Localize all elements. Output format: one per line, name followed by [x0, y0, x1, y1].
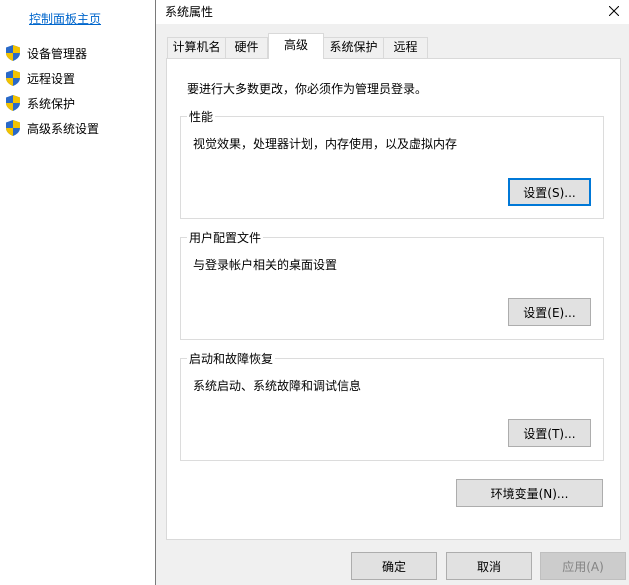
- sidebar-item-label: 系统保护: [27, 96, 76, 111]
- user-profiles-description: 与登录帐户相关的桌面设置: [193, 258, 338, 272]
- uac-shield-icon: [6, 70, 20, 86]
- startup-recovery-group-title: 启动和故障恢复: [187, 350, 276, 367]
- tab-remote[interactable]: 远程: [383, 37, 428, 58]
- screen: 控制面板主页 设备管理器 远程设置 系统保护 高级系统设置 系统属性 计算机名 …: [0, 0, 629, 585]
- cancel-button[interactable]: 取消: [446, 552, 532, 580]
- user-profiles-group: 用户配置文件 与登录帐户相关的桌面设置 设置(E)...: [180, 229, 604, 340]
- sidebar-item-device-manager[interactable]: 设备管理器: [6, 44, 87, 62]
- performance-description: 视觉效果，处理器计划，内存使用，以及虚拟内存: [193, 137, 458, 151]
- uac-shield-icon: [6, 45, 20, 61]
- advanced-tab-panel: 要进行大多数更改，你必须作为管理员登录。 性能 视觉效果，处理器计划，内存使用，…: [166, 58, 621, 540]
- tab-computer-name[interactable]: 计算机名: [167, 37, 226, 58]
- ok-button[interactable]: 确定: [351, 552, 437, 580]
- close-button[interactable]: [603, 0, 625, 22]
- uac-shield-icon: [6, 95, 20, 111]
- sidebar-item-label: 高级系统设置: [27, 121, 100, 136]
- admin-note: 要进行大多数更改，你必须作为管理员登录。: [187, 82, 428, 96]
- close-icon: [609, 6, 619, 16]
- system-properties-dialog: 系统属性 计算机名 硬件 高级 系统保护 远程 要进行大多数更改，你必须作为管理…: [155, 0, 629, 585]
- sidebar-item-system-protection[interactable]: 系统保护: [6, 94, 75, 112]
- sidebar-item-label: 远程设置: [27, 71, 76, 86]
- tab-hardware[interactable]: 硬件: [225, 37, 268, 58]
- user-profiles-group-title: 用户配置文件: [187, 229, 264, 246]
- control-panel-sidebar: 控制面板主页 设备管理器 远程设置 系统保护 高级系统设置: [0, 0, 155, 585]
- tab-advanced[interactable]: 高级: [268, 33, 324, 59]
- performance-group: 性能 视觉效果，处理器计划，内存使用，以及虚拟内存 设置(S)...: [180, 108, 604, 219]
- startup-recovery-description: 系统启动、系统故障和调试信息: [193, 379, 362, 393]
- user-profiles-settings-button[interactable]: 设置(E)...: [508, 298, 591, 326]
- performance-group-title: 性能: [187, 108, 216, 125]
- sidebar-item-advanced-settings[interactable]: 高级系统设置: [6, 119, 99, 137]
- startup-recovery-group: 启动和故障恢复 系统启动、系统故障和调试信息 设置(T)...: [180, 350, 604, 461]
- tab-system-protection[interactable]: 系统保护: [323, 37, 384, 58]
- apply-button[interactable]: 应用(A): [540, 552, 626, 580]
- title-bar[interactable]: 系统属性: [156, 0, 629, 24]
- performance-settings-button[interactable]: 设置(S)...: [508, 178, 591, 206]
- sidebar-item-label: 设备管理器: [27, 46, 88, 61]
- sidebar-item-remote-settings[interactable]: 远程设置: [6, 69, 75, 87]
- startup-recovery-settings-button[interactable]: 设置(T)...: [508, 419, 591, 447]
- uac-shield-icon: [6, 120, 20, 136]
- control-panel-home-link[interactable]: 控制面板主页: [29, 10, 101, 27]
- environment-variables-button[interactable]: 环境变量(N)...: [456, 479, 603, 507]
- dialog-title: 系统属性: [165, 5, 214, 19]
